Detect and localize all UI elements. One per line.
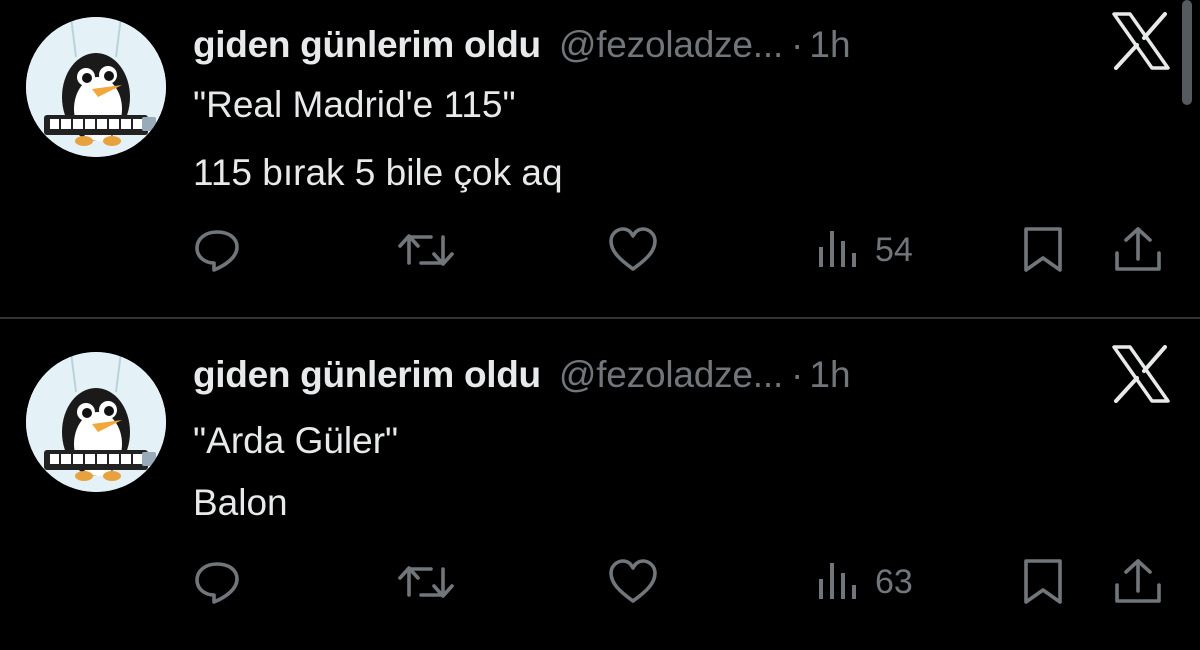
- tweet-text-line: 115 bırak 5 bile çok aq: [193, 152, 563, 193]
- views-button[interactable]: 54: [817, 220, 913, 280]
- reply-icon: [195, 230, 239, 272]
- penguin-avatar-icon: [26, 17, 166, 157]
- tweet-actions: 54: [0, 220, 1200, 280]
- share-icon: [1115, 559, 1161, 603]
- display-name[interactable]: giden günlerim oldu: [193, 20, 541, 70]
- share-button[interactable]: [1110, 552, 1166, 612]
- tweet[interactable]: giden günlerim oldu @fezoladze... · 1h "…: [0, 0, 1200, 318]
- like-button[interactable]: [607, 220, 659, 280]
- heart-icon: [609, 227, 657, 271]
- reply-button[interactable]: [192, 220, 242, 280]
- avatar[interactable]: [26, 17, 166, 157]
- heart-icon: [609, 559, 657, 603]
- separator-dot: ·: [791, 354, 804, 395]
- like-button[interactable]: [607, 552, 659, 612]
- bookmark-button[interactable]: [1020, 552, 1066, 612]
- retweet-button[interactable]: [395, 220, 457, 280]
- views-button[interactable]: 63: [817, 552, 913, 612]
- view-count: 54: [875, 230, 913, 269]
- tweet-header: giden günlerim oldu @fezoladze... · 1h: [193, 350, 851, 400]
- x-logo-icon: [1110, 345, 1172, 403]
- retweet-icon: [398, 566, 454, 598]
- display-name[interactable]: giden günlerim oldu: [193, 350, 541, 400]
- bookmark-icon: [1024, 559, 1062, 604]
- share-button[interactable]: [1110, 220, 1166, 280]
- share-icon: [1115, 227, 1161, 271]
- x-logo-icon: [1110, 12, 1172, 70]
- user-handle[interactable]: @fezoladze...: [559, 20, 783, 70]
- separator-dot: ·: [791, 24, 804, 65]
- views-icon: [819, 563, 856, 599]
- retweet-icon: [398, 234, 454, 266]
- tweet-actions: 63: [0, 552, 1200, 612]
- timestamp[interactable]: 1h: [809, 20, 850, 70]
- tweet-divider: [0, 317, 1200, 319]
- tweet-header: giden günlerim oldu @fezoladze... · 1h: [193, 20, 851, 70]
- tweet[interactable]: giden günlerim oldu @fezoladze... · 1h "…: [0, 320, 1200, 650]
- views-icon: [819, 231, 856, 267]
- bookmark-button[interactable]: [1020, 220, 1066, 280]
- tweet-text-line: "Real Madrid'e 115": [193, 84, 516, 125]
- retweet-button[interactable]: [395, 552, 457, 612]
- penguin-avatar-icon: [26, 352, 166, 492]
- scrollbar[interactable]: [1182, 0, 1192, 105]
- bookmark-icon: [1024, 227, 1062, 272]
- reply-icon: [195, 562, 239, 604]
- reply-button[interactable]: [192, 552, 242, 612]
- timestamp[interactable]: 1h: [809, 350, 850, 400]
- tweet-text-line: Balon: [193, 482, 288, 523]
- view-count: 63: [875, 562, 913, 601]
- avatar[interactable]: [26, 352, 166, 492]
- tweet-text-line: "Arda Güler": [193, 420, 399, 461]
- user-handle[interactable]: @fezoladze...: [559, 350, 783, 400]
